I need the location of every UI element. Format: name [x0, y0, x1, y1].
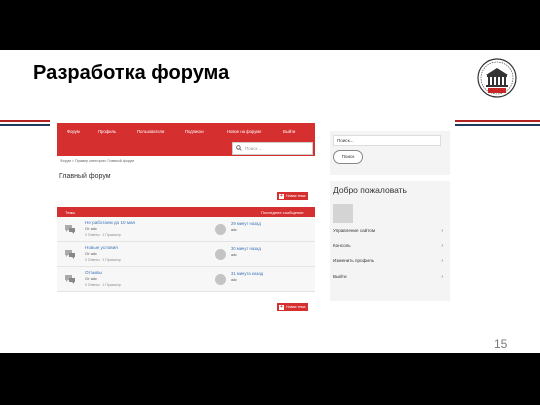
- topic-row[interactable]: Новые условия От adc 0 Ответы · 1 Просмо…: [57, 242, 315, 267]
- new-topic-label: Новая тема: [286, 194, 306, 198]
- topic-title[interactable]: Отзывы: [85, 270, 102, 275]
- menu-site-admin[interactable]: Управление сайтом ›: [333, 228, 443, 238]
- menu-label: Выйти: [333, 274, 347, 279]
- topic-author: От adc: [85, 252, 97, 256]
- header-last-post: Последнее сообщение: [261, 209, 304, 215]
- menu-logout[interactable]: Выйти ›: [333, 274, 443, 284]
- avatar: [215, 224, 226, 235]
- welcome-title: Добро пожаловать: [333, 185, 407, 195]
- forum-search-input[interactable]: Поиск ...: [232, 142, 313, 155]
- topic-author: От adc: [85, 277, 97, 281]
- chevron-right-icon: ›: [441, 274, 443, 280]
- topic-row[interactable]: Отзывы От adc 0 Ответы · 1 Просмотр 31 м…: [57, 267, 315, 292]
- nav-new-on-forum[interactable]: Новое на форуме: [227, 129, 261, 134]
- nav-logout[interactable]: Выйти: [283, 129, 295, 134]
- new-topic-label: Новая тема: [286, 305, 306, 309]
- university-emblem-icon: [477, 58, 517, 98]
- search-placeholder: Поиск ...: [245, 146, 263, 151]
- forum-screenshot: Форум Профиль Пользователи Подписки Ново…: [57, 123, 450, 353]
- menu-label: Консоль: [333, 243, 351, 248]
- chevron-right-icon: ›: [441, 228, 443, 234]
- chat-bubble-icon: [65, 225, 75, 234]
- chevron-right-icon: ›: [441, 243, 443, 249]
- presentation-slide: Разработка форума Форум Профиль Пользова…: [0, 50, 540, 353]
- menu-label: Изменить профиль: [333, 258, 375, 263]
- topic-title[interactable]: Новые условия: [85, 245, 118, 250]
- sidebar-search-button[interactable]: Поиск: [333, 150, 363, 164]
- forum-navbar: Форум Профиль Пользователи Подписки Ново…: [57, 123, 315, 156]
- nav-profile[interactable]: Профиль: [98, 129, 116, 134]
- menu-console[interactable]: Консоль ›: [333, 243, 443, 253]
- last-post-author[interactable]: adc: [231, 278, 237, 282]
- menu-edit-profile[interactable]: Изменить профиль ›: [333, 258, 443, 268]
- page-number: 15: [494, 337, 508, 351]
- last-post-time[interactable]: 30 минут назад: [231, 246, 261, 251]
- topic-author: От adc: [85, 227, 97, 231]
- nav-subscriptions[interactable]: Подписки: [185, 129, 204, 134]
- avatar: [215, 274, 226, 285]
- decorative-stripe-red-right: [455, 120, 540, 122]
- sidebar-search-input[interactable]: Поиск...: [333, 135, 441, 146]
- menu-label: Управление сайтом: [333, 228, 375, 233]
- last-post-author[interactable]: adc: [231, 228, 237, 232]
- last-post-author[interactable]: adc: [231, 253, 237, 257]
- topic-title[interactable]: Не работаем до 10 мая: [85, 220, 135, 225]
- header-topics: Темы: [65, 209, 76, 215]
- user-avatar: [333, 204, 353, 223]
- avatar: [215, 249, 226, 260]
- nav-users[interactable]: Пользователи: [137, 129, 164, 134]
- decorative-stripe-navy: [0, 124, 50, 126]
- chat-bubble-icon: [65, 250, 75, 259]
- topic-row[interactable]: Не работаем до 10 мая От adc 0 Ответы · …: [57, 217, 315, 242]
- sidebar-search-widget: Поиск... Поиск: [330, 131, 450, 175]
- topic-stats: 0 Ответы · 1 Просмотр: [85, 283, 121, 287]
- topic-stats: 0 Ответы · 1 Просмотр: [85, 233, 121, 237]
- last-post-time[interactable]: 29 минут назад: [231, 221, 261, 226]
- breadcrumb[interactable]: Форум > Пример категории: Главный форум: [60, 159, 134, 163]
- decorative-stripe-navy-right: [455, 124, 540, 126]
- forum-title: Главный форум: [59, 173, 111, 180]
- decorative-stripe-red: [0, 120, 50, 122]
- plus-icon: +: [279, 192, 284, 199]
- search-icon: [236, 145, 242, 151]
- plus-icon: +: [279, 303, 284, 310]
- topics-table-header: Темы Последнее сообщение: [57, 207, 315, 217]
- welcome-widget: Добро пожаловать Управление сайтом › Кон…: [330, 181, 450, 301]
- slide-title: Разработка форума: [33, 62, 230, 84]
- new-topic-button-bottom[interactable]: + Новая тема: [277, 303, 309, 311]
- nav-forum[interactable]: Форум: [67, 129, 80, 134]
- last-post-time[interactable]: 31 минута назад: [231, 271, 263, 276]
- new-topic-button-top[interactable]: + Новая тема: [277, 192, 309, 200]
- chevron-right-icon: ›: [441, 258, 443, 264]
- chat-bubble-icon: [65, 275, 75, 284]
- topic-stats: 0 Ответы · 1 Просмотр: [85, 258, 121, 262]
